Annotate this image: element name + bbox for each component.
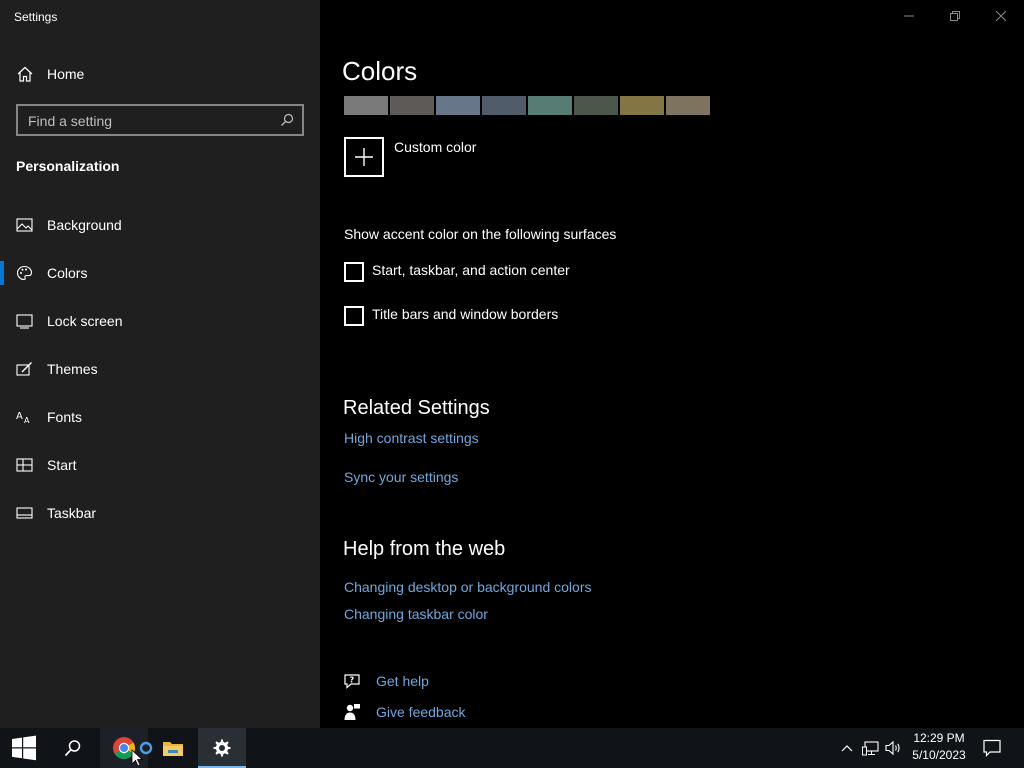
close-icon: [996, 11, 1006, 21]
themes-icon: [16, 362, 32, 376]
get-help-link[interactable]: Get help: [376, 673, 429, 689]
restore-icon: [950, 11, 960, 21]
notification-icon: [983, 739, 1001, 757]
search-icon: [64, 740, 81, 757]
start-taskbar-checkbox[interactable]: [344, 262, 364, 282]
windows-start-icon: [12, 735, 36, 761]
app-title: Settings: [14, 10, 58, 24]
restore-button[interactable]: [932, 0, 978, 32]
changing-desktop-colors-link[interactable]: Changing desktop or background colors: [344, 579, 592, 595]
sidebar-item-fonts[interactable]: A A Fonts: [0, 397, 320, 437]
settings-gear-icon: [213, 739, 231, 757]
lock-screen-icon: [16, 314, 33, 329]
sidebar-item-taskbar[interactable]: Taskbar: [0, 493, 320, 533]
sidebar-item-label: Background: [47, 217, 122, 233]
get-help-icon: ?: [344, 674, 360, 689]
search-box[interactable]: [16, 104, 304, 136]
svg-text:A: A: [16, 411, 23, 422]
give-feedback-icon: [344, 704, 360, 720]
home-icon: [17, 66, 33, 82]
sidebar-item-label: Lock screen: [47, 313, 123, 329]
help-from-web-heading: Help from the web: [343, 538, 506, 560]
sidebar-item-background[interactable]: Background: [0, 205, 320, 245]
clock-date: 5/10/2023: [912, 748, 966, 762]
cortana-icon: [139, 741, 153, 755]
svg-text:?: ?: [350, 676, 355, 685]
selected-indicator: [0, 261, 4, 285]
action-center-button[interactable]: [976, 728, 1008, 768]
minimize-button[interactable]: [886, 0, 932, 32]
home-label: Home: [47, 66, 85, 82]
color-swatch[interactable]: [436, 96, 480, 115]
search-input[interactable]: [28, 111, 268, 131]
file-explorer-taskbar-button[interactable]: [152, 728, 194, 768]
sidebar-item-label: Start: [47, 457, 77, 473]
color-swatch[interactable]: [666, 96, 710, 115]
color-swatch[interactable]: [528, 96, 572, 115]
network-button[interactable]: [860, 728, 882, 768]
sidebar: Settings Home Personalization Background: [0, 0, 320, 728]
fonts-icon: A A: [16, 411, 30, 425]
title-bars-checkbox[interactable]: [344, 306, 364, 326]
title-bars-label: Title bars and window borders: [372, 306, 559, 322]
search-icon[interactable]: [280, 113, 294, 127]
network-icon: [862, 741, 879, 756]
start-icon: [16, 458, 33, 472]
home-nav-item[interactable]: Home: [0, 58, 320, 90]
custom-color-button[interactable]: [344, 137, 384, 177]
settings-taskbar-button[interactable]: [198, 728, 246, 768]
minimize-icon: [904, 15, 914, 17]
sidebar-item-label: Themes: [47, 361, 98, 377]
file-explorer-icon: [163, 742, 183, 756]
color-swatch[interactable]: [574, 96, 618, 115]
chevron-up-icon: [841, 745, 853, 752]
volume-icon: [885, 740, 900, 756]
svg-text:A: A: [24, 416, 30, 425]
accent-surfaces-heading: Show accent color on the following surfa…: [344, 226, 617, 242]
color-swatch[interactable]: [344, 96, 388, 115]
taskbar-icon: [16, 507, 33, 519]
sync-settings-link[interactable]: Sync your settings: [344, 469, 458, 485]
changing-taskbar-color-link[interactable]: Changing taskbar color: [344, 606, 488, 622]
start-taskbar-label: Start, taskbar, and action center: [372, 262, 570, 278]
sidebar-item-themes[interactable]: Themes: [0, 349, 320, 389]
custom-color-label: Custom color: [394, 139, 477, 155]
sidebar-item-lock-screen[interactable]: Lock screen: [0, 301, 320, 341]
sidebar-item-colors[interactable]: Colors: [0, 253, 320, 293]
sidebar-item-label: Taskbar: [47, 505, 97, 521]
color-swatch[interactable]: [482, 96, 526, 115]
plus-icon: [355, 148, 373, 166]
give-feedback-link[interactable]: Give feedback: [376, 704, 466, 720]
palette-icon: [16, 265, 33, 281]
volume-button[interactable]: [883, 728, 905, 768]
related-settings-heading: Related Settings: [343, 397, 490, 419]
show-hidden-icons-button[interactable]: [836, 728, 858, 768]
taskbar: 12:29 PM 5/10/2023: [0, 728, 1024, 768]
taskbar-search-button[interactable]: [50, 728, 96, 768]
color-swatch[interactable]: [390, 96, 434, 115]
page-title: Colors: [342, 56, 418, 86]
settings-window: Settings Home Personalization Background: [0, 0, 1024, 728]
section-title: Personalization: [16, 158, 120, 174]
start-button[interactable]: [0, 728, 48, 768]
sidebar-item-label: Colors: [47, 265, 88, 281]
sidebar-item-start[interactable]: Start: [0, 445, 320, 485]
sidebar-item-label: Fonts: [47, 409, 83, 425]
high-contrast-link[interactable]: High contrast settings: [344, 430, 479, 446]
taskbar-clock[interactable]: 12:29 PM 5/10/2023: [908, 730, 970, 766]
clock-time: 12:29 PM: [913, 731, 965, 745]
color-swatch[interactable]: [620, 96, 664, 115]
image-icon: [16, 218, 33, 232]
close-button[interactable]: [978, 0, 1024, 32]
